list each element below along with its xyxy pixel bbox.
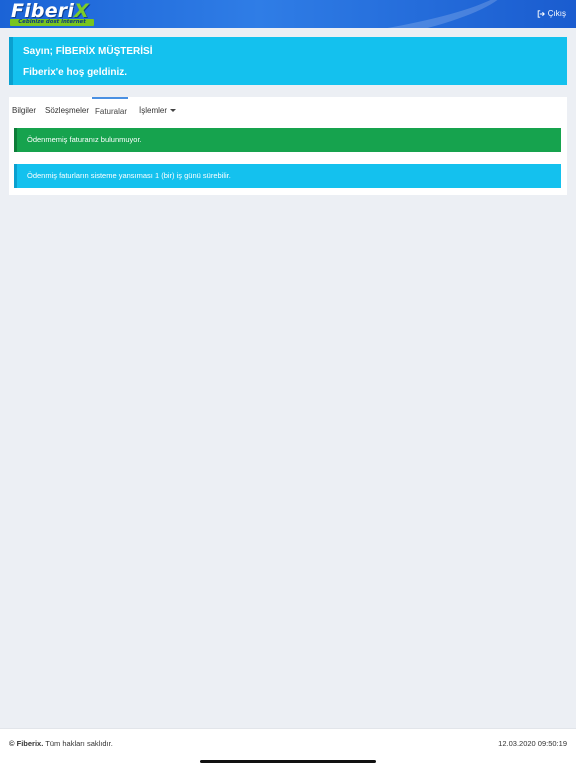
copyright-symbol: ©: [9, 739, 15, 748]
tab-islemler-label: İşlemler: [139, 106, 168, 115]
footer-timestamp: 12.03.2020 09:50:19: [498, 739, 567, 748]
tab-islemler[interactable]: İşlemler: [136, 97, 179, 125]
greeting-prefix: Sayın;: [23, 46, 54, 57]
top-header: FiberiX Cebinize dost internet Çıkış: [0, 0, 576, 28]
unpaid-invoices-alert: Ödenmemiş faturanız bulunmuyor.: [14, 128, 561, 152]
invoice-card: Bilgiler Sözleşmeler Faturalar İşlemler …: [9, 97, 567, 195]
fiberix-logo[interactable]: FiberiX Cebinize dost internet: [9, 0, 97, 26]
caret-down-icon: [170, 109, 177, 113]
header-decoration: [86, 0, 514, 28]
footer-rights: Tüm hakları saklıdır.: [45, 739, 113, 748]
tab-bar: Bilgiler Sözleşmeler Faturalar İşlemler: [9, 97, 567, 125]
logo-tagline: Cebinize dost internet: [10, 19, 94, 26]
payment-info-alert: Ödenmiş faturların sisteme yansıması 1 (…: [14, 164, 561, 188]
footer-brand: Fiberix.: [16, 739, 44, 748]
copyright-text: © Fiberix. Tüm hakları saklıdır.: [9, 739, 113, 748]
customer-name: FİBERİX MÜŞTERİSİ: [55, 46, 153, 57]
home-indicator[interactable]: [200, 760, 376, 763]
logout-button[interactable]: Çıkış: [537, 9, 566, 18]
tab-faturalar[interactable]: Faturalar: [92, 97, 128, 125]
tab-sozlesmeler[interactable]: Sözleşmeler: [42, 97, 92, 125]
welcome-panel: Sayın; FİBERİX MÜŞTERİSİ Fiberix'e hoş g…: [9, 37, 567, 85]
welcome-message: Fiberix'e hoş geldiniz.: [23, 67, 128, 78]
logout-label: Çıkış: [547, 9, 566, 18]
welcome-greeting: Sayın; FİBERİX MÜŞTERİSİ: [23, 46, 152, 57]
tab-bilgiler[interactable]: Bilgiler: [9, 97, 39, 125]
sign-out-icon: [537, 9, 545, 18]
